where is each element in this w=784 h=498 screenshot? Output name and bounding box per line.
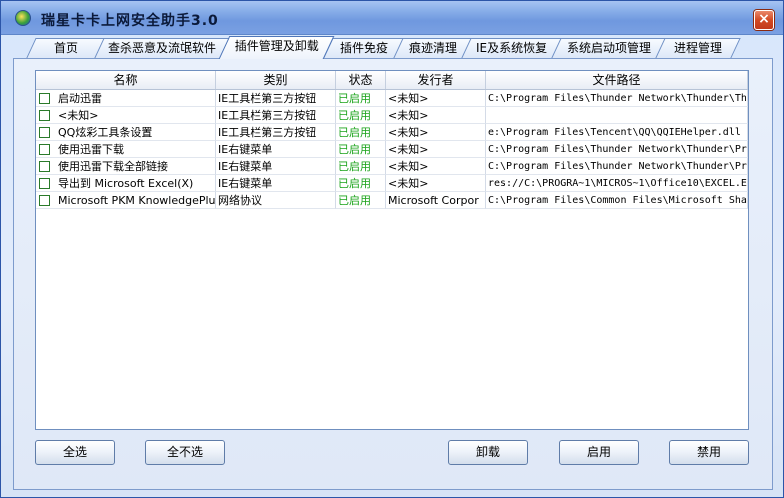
main-window: 瑞星卡卡上网安全助手3.0 × 首页 查杀恶意及流氓软件 插件管理及卸载 插件免…: [0, 0, 784, 498]
tab-label: 系统启动项管理: [566, 41, 651, 55]
app-logo-icon: [15, 10, 31, 26]
tab-home[interactable]: 首页: [26, 38, 106, 58]
publisher-cell: <未知>: [386, 124, 486, 141]
row-checkbox[interactable]: [39, 161, 50, 172]
tab-label: 痕迹清理: [408, 41, 457, 55]
tab-label: 首页: [53, 41, 78, 55]
column-header-status[interactable]: 状态: [336, 71, 386, 89]
select-none-button[interactable]: 全不选: [145, 440, 225, 465]
category-cell: IE右键菜单: [216, 158, 336, 175]
path-cell: e:\Program Files\Tencent\QQ\QQIEHelper.d…: [486, 124, 748, 141]
enable-button[interactable]: 启用: [559, 440, 639, 465]
tab-plugin-immunity[interactable]: 插件免疫: [323, 38, 405, 58]
plugin-table: 名称 类别 状态 发行者 文件路径 启动迅雷 IE工具栏第三方按钮 已启用 <未…: [35, 70, 749, 430]
publisher-cell: <未知>: [386, 90, 486, 107]
plugin-management-panel: 名称 类别 状态 发行者 文件路径 启动迅雷 IE工具栏第三方按钮 已启用 <未…: [13, 58, 773, 490]
name-text: QQ炫彩工具条设置: [58, 126, 153, 139]
column-header-publisher[interactable]: 发行者: [386, 71, 486, 89]
uninstall-button[interactable]: 卸载: [448, 440, 528, 465]
category-cell: 网络协议: [216, 192, 336, 209]
name-cell: <未知>: [36, 107, 216, 124]
name-cell: 导出到 Microsoft Excel(X): [36, 175, 216, 192]
tab-label: 进程管理: [673, 41, 722, 55]
tab-process-management[interactable]: 进程管理: [655, 38, 741, 58]
tab-malware-scan[interactable]: 查杀恶意及流氓软件: [94, 38, 230, 58]
category-cell: IE右键菜单: [216, 141, 336, 158]
row-checkbox[interactable]: [39, 110, 50, 121]
table-row[interactable]: QQ炫彩工具条设置 IE工具栏第三方按钮 已启用 <未知> e:\Program…: [36, 124, 748, 141]
close-button[interactable]: ×: [754, 10, 774, 30]
name-text: 使用迅雷下载: [58, 143, 124, 156]
disable-button[interactable]: 禁用: [669, 440, 749, 465]
status-cell: 已启用: [336, 141, 386, 158]
table-row[interactable]: 导出到 Microsoft Excel(X) IE右键菜单 已启用 <未知> r…: [36, 175, 748, 192]
status-cell: 已启用: [336, 124, 386, 141]
publisher-cell: <未知>: [386, 141, 486, 158]
path-cell: res://C:\PROGRA~1\MICROS~1\Office10\EXCE…: [486, 175, 748, 192]
status-cell: 已启用: [336, 175, 386, 192]
name-text: 使用迅雷下载全部链接: [58, 160, 168, 173]
publisher-cell: <未知>: [386, 107, 486, 124]
table-row[interactable]: 使用迅雷下载 IE右键菜单 已启用 <未知> C:\Program Files\…: [36, 141, 748, 158]
name-text: 启动迅雷: [58, 92, 102, 105]
tab-label: 插件管理及卸载: [235, 39, 320, 53]
category-cell: IE工具栏第三方按钮: [216, 90, 336, 107]
path-cell: [486, 107, 748, 124]
publisher-cell: <未知>: [386, 175, 486, 192]
name-text: <未知>: [58, 109, 99, 122]
table-row[interactable]: 启动迅雷 IE工具栏第三方按钮 已启用 <未知> C:\Program File…: [36, 90, 748, 107]
column-header-name[interactable]: 名称: [36, 71, 216, 89]
path-cell: C:\Program Files\Thunder Network\Thunder…: [486, 158, 748, 175]
publisher-cell: <未知>: [386, 158, 486, 175]
name-cell: 使用迅雷下载全部链接: [36, 158, 216, 175]
column-header-category[interactable]: 类别: [216, 71, 336, 89]
tab-ie-system-restore[interactable]: IE及系统恢复: [461, 38, 563, 58]
status-cell: 已启用: [336, 90, 386, 107]
row-checkbox[interactable]: [39, 93, 50, 104]
tab-label: 查杀恶意及流氓软件: [107, 41, 216, 55]
row-checkbox[interactable]: [39, 127, 50, 138]
tab-label: 插件免疫: [339, 41, 388, 55]
table-header: 名称 类别 状态 发行者 文件路径: [36, 71, 748, 90]
tab-label: IE及系统恢复: [476, 41, 548, 55]
title-bar[interactable]: 瑞星卡卡上网安全助手3.0 ×: [1, 1, 783, 35]
name-cell: Microsoft PKM KnowledgePlu: [36, 192, 216, 209]
table-row[interactable]: 使用迅雷下载全部链接 IE右键菜单 已启用 <未知> C:\Program Fi…: [36, 158, 748, 175]
publisher-cell: Microsoft Corpor: [386, 192, 486, 209]
path-cell: C:\Program Files\Common Files\Microsoft …: [486, 192, 748, 209]
name-text: Microsoft PKM KnowledgePlu: [58, 194, 216, 207]
path-cell: C:\Program Files\Thunder Network\Thunder…: [486, 90, 748, 107]
tab-startup-management[interactable]: 系统启动项管理: [551, 38, 667, 58]
row-checkbox[interactable]: [39, 144, 50, 155]
tab-trace-cleanup[interactable]: 痕迹清理: [393, 38, 473, 58]
name-cell: 启动迅雷: [36, 90, 216, 107]
tab-plugin-management[interactable]: 插件管理及卸载: [218, 36, 335, 59]
category-cell: IE工具栏第三方按钮: [216, 107, 336, 124]
status-cell: 已启用: [336, 192, 386, 209]
table-row[interactable]: <未知> IE工具栏第三方按钮 已启用 <未知>: [36, 107, 748, 124]
name-cell: 使用迅雷下载: [36, 141, 216, 158]
path-cell: C:\Program Files\Thunder Network\Thunder…: [486, 141, 748, 158]
row-checkbox[interactable]: [39, 178, 50, 189]
name-cell: QQ炫彩工具条设置: [36, 124, 216, 141]
row-checkbox[interactable]: [39, 195, 50, 206]
category-cell: IE右键菜单: [216, 175, 336, 192]
column-header-path[interactable]: 文件路径: [486, 71, 748, 89]
name-text: 导出到 Microsoft Excel(X): [58, 177, 194, 190]
status-cell: 已启用: [336, 107, 386, 124]
status-cell: 已启用: [336, 158, 386, 175]
category-cell: IE工具栏第三方按钮: [216, 124, 336, 141]
tab-bar: 首页 查杀恶意及流氓软件 插件管理及卸载 插件免疫 痕迹清理 IE及系统恢复 系…: [1, 35, 783, 59]
window-title: 瑞星卡卡上网安全助手3.0: [41, 13, 219, 29]
table-row[interactable]: Microsoft PKM KnowledgePlu 网络协议 已启用 Micr…: [36, 192, 748, 209]
select-all-button[interactable]: 全选: [35, 440, 115, 465]
